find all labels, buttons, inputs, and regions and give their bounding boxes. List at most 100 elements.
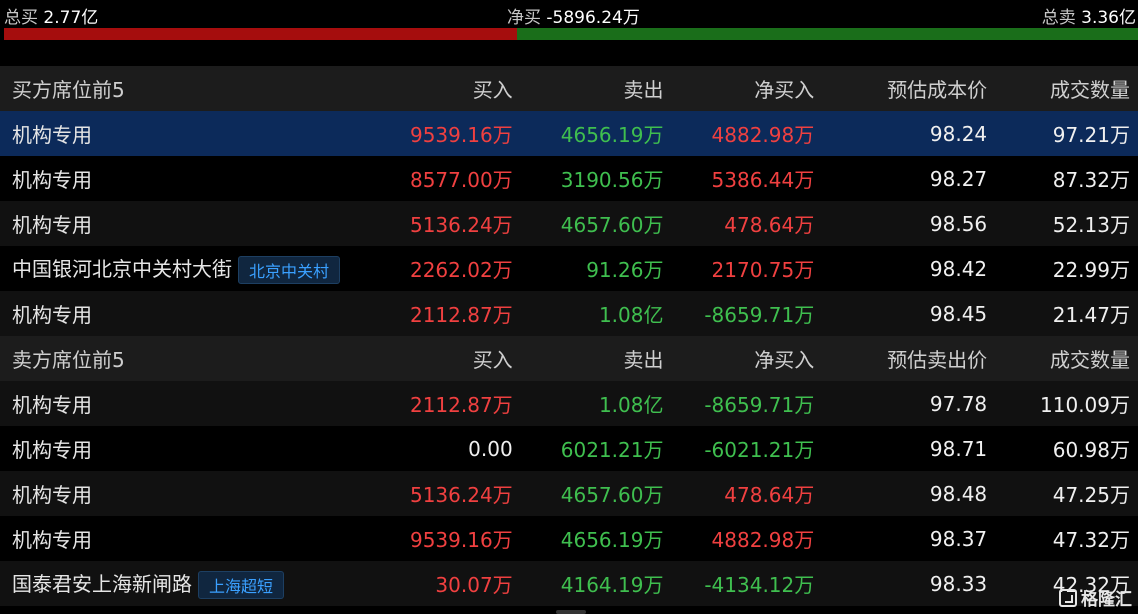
col-header-price: 预估成本价: [814, 66, 988, 111]
net-buy-amount: 478.64万: [663, 201, 815, 246]
seat-name-cell: 机构专用: [0, 156, 362, 201]
seat-row[interactable]: 机构专用 5136.24万 4657.60万 478.64万 98.48 47.25万: [0, 471, 1138, 516]
volume-value: 52.13万: [987, 201, 1138, 246]
seat-row[interactable]: 机构专用 2112.87万 1.08亿 -8659.71万 97.78 110.09万: [0, 381, 1138, 426]
summary-bar: 总买 2.77亿 净买 -5896.24万 总卖 3.36亿: [0, 0, 1138, 28]
buy-amount: 5136.24万: [361, 471, 513, 516]
net-buy-label: 净买: [507, 8, 541, 28]
seat-table: 买方席位前5 买入 卖出 净买入 预估成本价 成交数量 机构专用 9539.16万…: [0, 66, 1138, 606]
volume-value: 21.47万: [987, 291, 1138, 336]
buy-section-header: 买方席位前5 买入 卖出 净买入 预估成本价 成交数量: [0, 66, 1138, 111]
volume-value: 60.98万: [1052, 438, 1130, 462]
buy-sell-ratio-bar: [4, 28, 1138, 40]
volume-value: 47.25万: [987, 471, 1138, 516]
buy-section-title: 买方席位前5: [0, 66, 362, 111]
seat-row[interactable]: 机构专用 2112.87万 1.08亿 -8659.71万 98.45 21.47万: [0, 291, 1138, 336]
price-value: 98.45: [814, 291, 988, 336]
seat-row[interactable]: 机构专用 9539.16万 4656.19万 4882.98万 98.24 97.21万: [0, 111, 1138, 156]
sell-amount: 4164.19万: [512, 561, 664, 606]
sell-amount: 91.26万: [586, 258, 664, 282]
price-value: 98.48: [814, 471, 988, 516]
net-buy-amount: 2170.75万: [711, 258, 815, 282]
net-buy-amount: -8659.71万: [663, 381, 815, 426]
price-value: 97.78: [814, 381, 988, 426]
seat-name-cell: 机构专用: [0, 291, 362, 336]
col-header-price: 预估卖出价: [814, 336, 988, 381]
net-buy-amount: -4134.12万: [663, 561, 815, 606]
sell-amount: 1.08亿: [512, 291, 664, 336]
buy-amount: 8577.00万: [409, 168, 513, 192]
total-buy-value: 2.77亿: [43, 8, 99, 28]
net-buy-amount: 5386.44万: [711, 168, 815, 192]
seat-name-cell: 机构专用: [0, 111, 362, 156]
seat-name-cell: 中国银河北京中关村大街 北京中关村: [0, 246, 362, 291]
seat-name: 机构专用: [12, 123, 92, 147]
seat-row[interactable]: 国泰君安上海新闸路 上海超短 30.07万 4164.19万 -4134.12万 98.3…: [0, 561, 1138, 606]
seat-row[interactable]: 中国银河北京中关村大街 北京中关村 2262.02万 91.26万 2170.75万 98…: [0, 246, 1138, 291]
gelonghui-logo: 格隆汇: [1059, 585, 1132, 610]
net-buy-amount: -6021.21万: [704, 438, 815, 462]
logo-icon: [1059, 588, 1077, 607]
seat-name: 机构专用: [12, 438, 92, 462]
buy-amount: 5136.24万: [361, 201, 513, 246]
volume-value: 87.32万: [1052, 168, 1130, 192]
buy-amount: 30.07万: [361, 561, 513, 606]
seat-name-cell: 机构专用: [0, 381, 362, 426]
seat-row[interactable]: 机构专用 5136.24万 4657.60万 478.64万 98.56 52.13万: [0, 201, 1138, 246]
net-buy-amount: 4882.98万: [663, 111, 815, 156]
buy-amount: 9539.16万: [361, 111, 513, 156]
total-sell: 总卖 3.36亿: [1042, 3, 1136, 28]
total-sell-value: 3.36亿: [1081, 8, 1136, 28]
seat-row[interactable]: 机构专用 8577.00万 3190.56万 5386.44万 98.27 87.32万: [0, 156, 1138, 201]
seat-name-cell: 机构专用: [0, 471, 362, 516]
sell-amount: 3190.56万: [560, 168, 664, 192]
sell-amount: 4657.60万: [512, 201, 664, 246]
price-value: 98.24: [814, 111, 988, 156]
seat-name-cell: 国泰君安上海新闸路 上海超短: [0, 561, 362, 606]
col-header-net: 净买入: [663, 336, 815, 381]
volume-value: 110.09万: [987, 381, 1138, 426]
seat-name: 机构专用: [12, 303, 92, 327]
net-buy-amount: 4882.98万: [711, 528, 815, 552]
volume-value: 22.99万: [1052, 258, 1130, 282]
net-buy-amount: -8659.71万: [663, 291, 815, 336]
price-value: 98.37: [929, 526, 988, 551]
sell-section-title: 卖方席位前5: [0, 336, 362, 381]
seat-row[interactable]: 机构专用 9539.16万 4656.19万 4882.98万 98.37 47.32万: [0, 516, 1138, 561]
buy-amount: 9539.16万: [409, 528, 513, 552]
total-buy: 总买 2.77亿: [4, 3, 98, 28]
seat-name: 中国银河北京中关村大街: [12, 256, 232, 281]
logo-text: 格隆汇: [1081, 590, 1132, 610]
seat-tag[interactable]: 北京中关村: [238, 256, 341, 285]
volume-value: 47.32万: [1052, 528, 1130, 552]
seat-row[interactable]: 机构专用 0.00 6021.21万 -6021.21万 98.71 60.98万: [0, 426, 1138, 471]
net-buy-amount: 478.64万: [663, 471, 815, 516]
sell-amount: 4657.60万: [512, 471, 664, 516]
price-value: 98.42: [929, 256, 988, 281]
seat-tag[interactable]: 上海超短: [198, 571, 285, 600]
price-value: 98.56: [814, 201, 988, 246]
sell-amount: 6021.21万: [560, 438, 664, 462]
sell-section-header: 卖方席位前5 买入 卖出 净买入 预估卖出价 成交数量: [0, 336, 1138, 381]
sell-amount: 4656.19万: [560, 528, 664, 552]
col-header-buy: 买入: [361, 66, 513, 111]
seat-name: 机构专用: [12, 528, 92, 552]
seat-name-cell: 机构专用: [0, 426, 362, 471]
seat-name: 机构专用: [12, 483, 92, 507]
volume-value: 97.21万: [987, 111, 1138, 156]
ratio-buy-segment: [4, 28, 517, 40]
seat-name: 机构专用: [12, 393, 92, 417]
buy-amount: 2112.87万: [361, 291, 513, 336]
net-buy-value: -5896.24万: [546, 8, 640, 28]
scroll-indicator[interactable]: [556, 610, 586, 614]
price-value: 98.71: [929, 436, 988, 461]
col-header-buy: 买入: [361, 336, 513, 381]
col-header-volume: 成交数量: [987, 66, 1138, 111]
col-header-sell: 卖出: [512, 66, 664, 111]
sell-amount: 1.08亿: [512, 381, 664, 426]
price-value: 98.33: [814, 561, 988, 606]
buy-amount: 2262.02万: [409, 258, 513, 282]
total-buy-label: 总买: [4, 8, 38, 28]
seat-name-cell: 机构专用: [0, 201, 362, 246]
net-buy: 净买 -5896.24万: [507, 3, 640, 28]
